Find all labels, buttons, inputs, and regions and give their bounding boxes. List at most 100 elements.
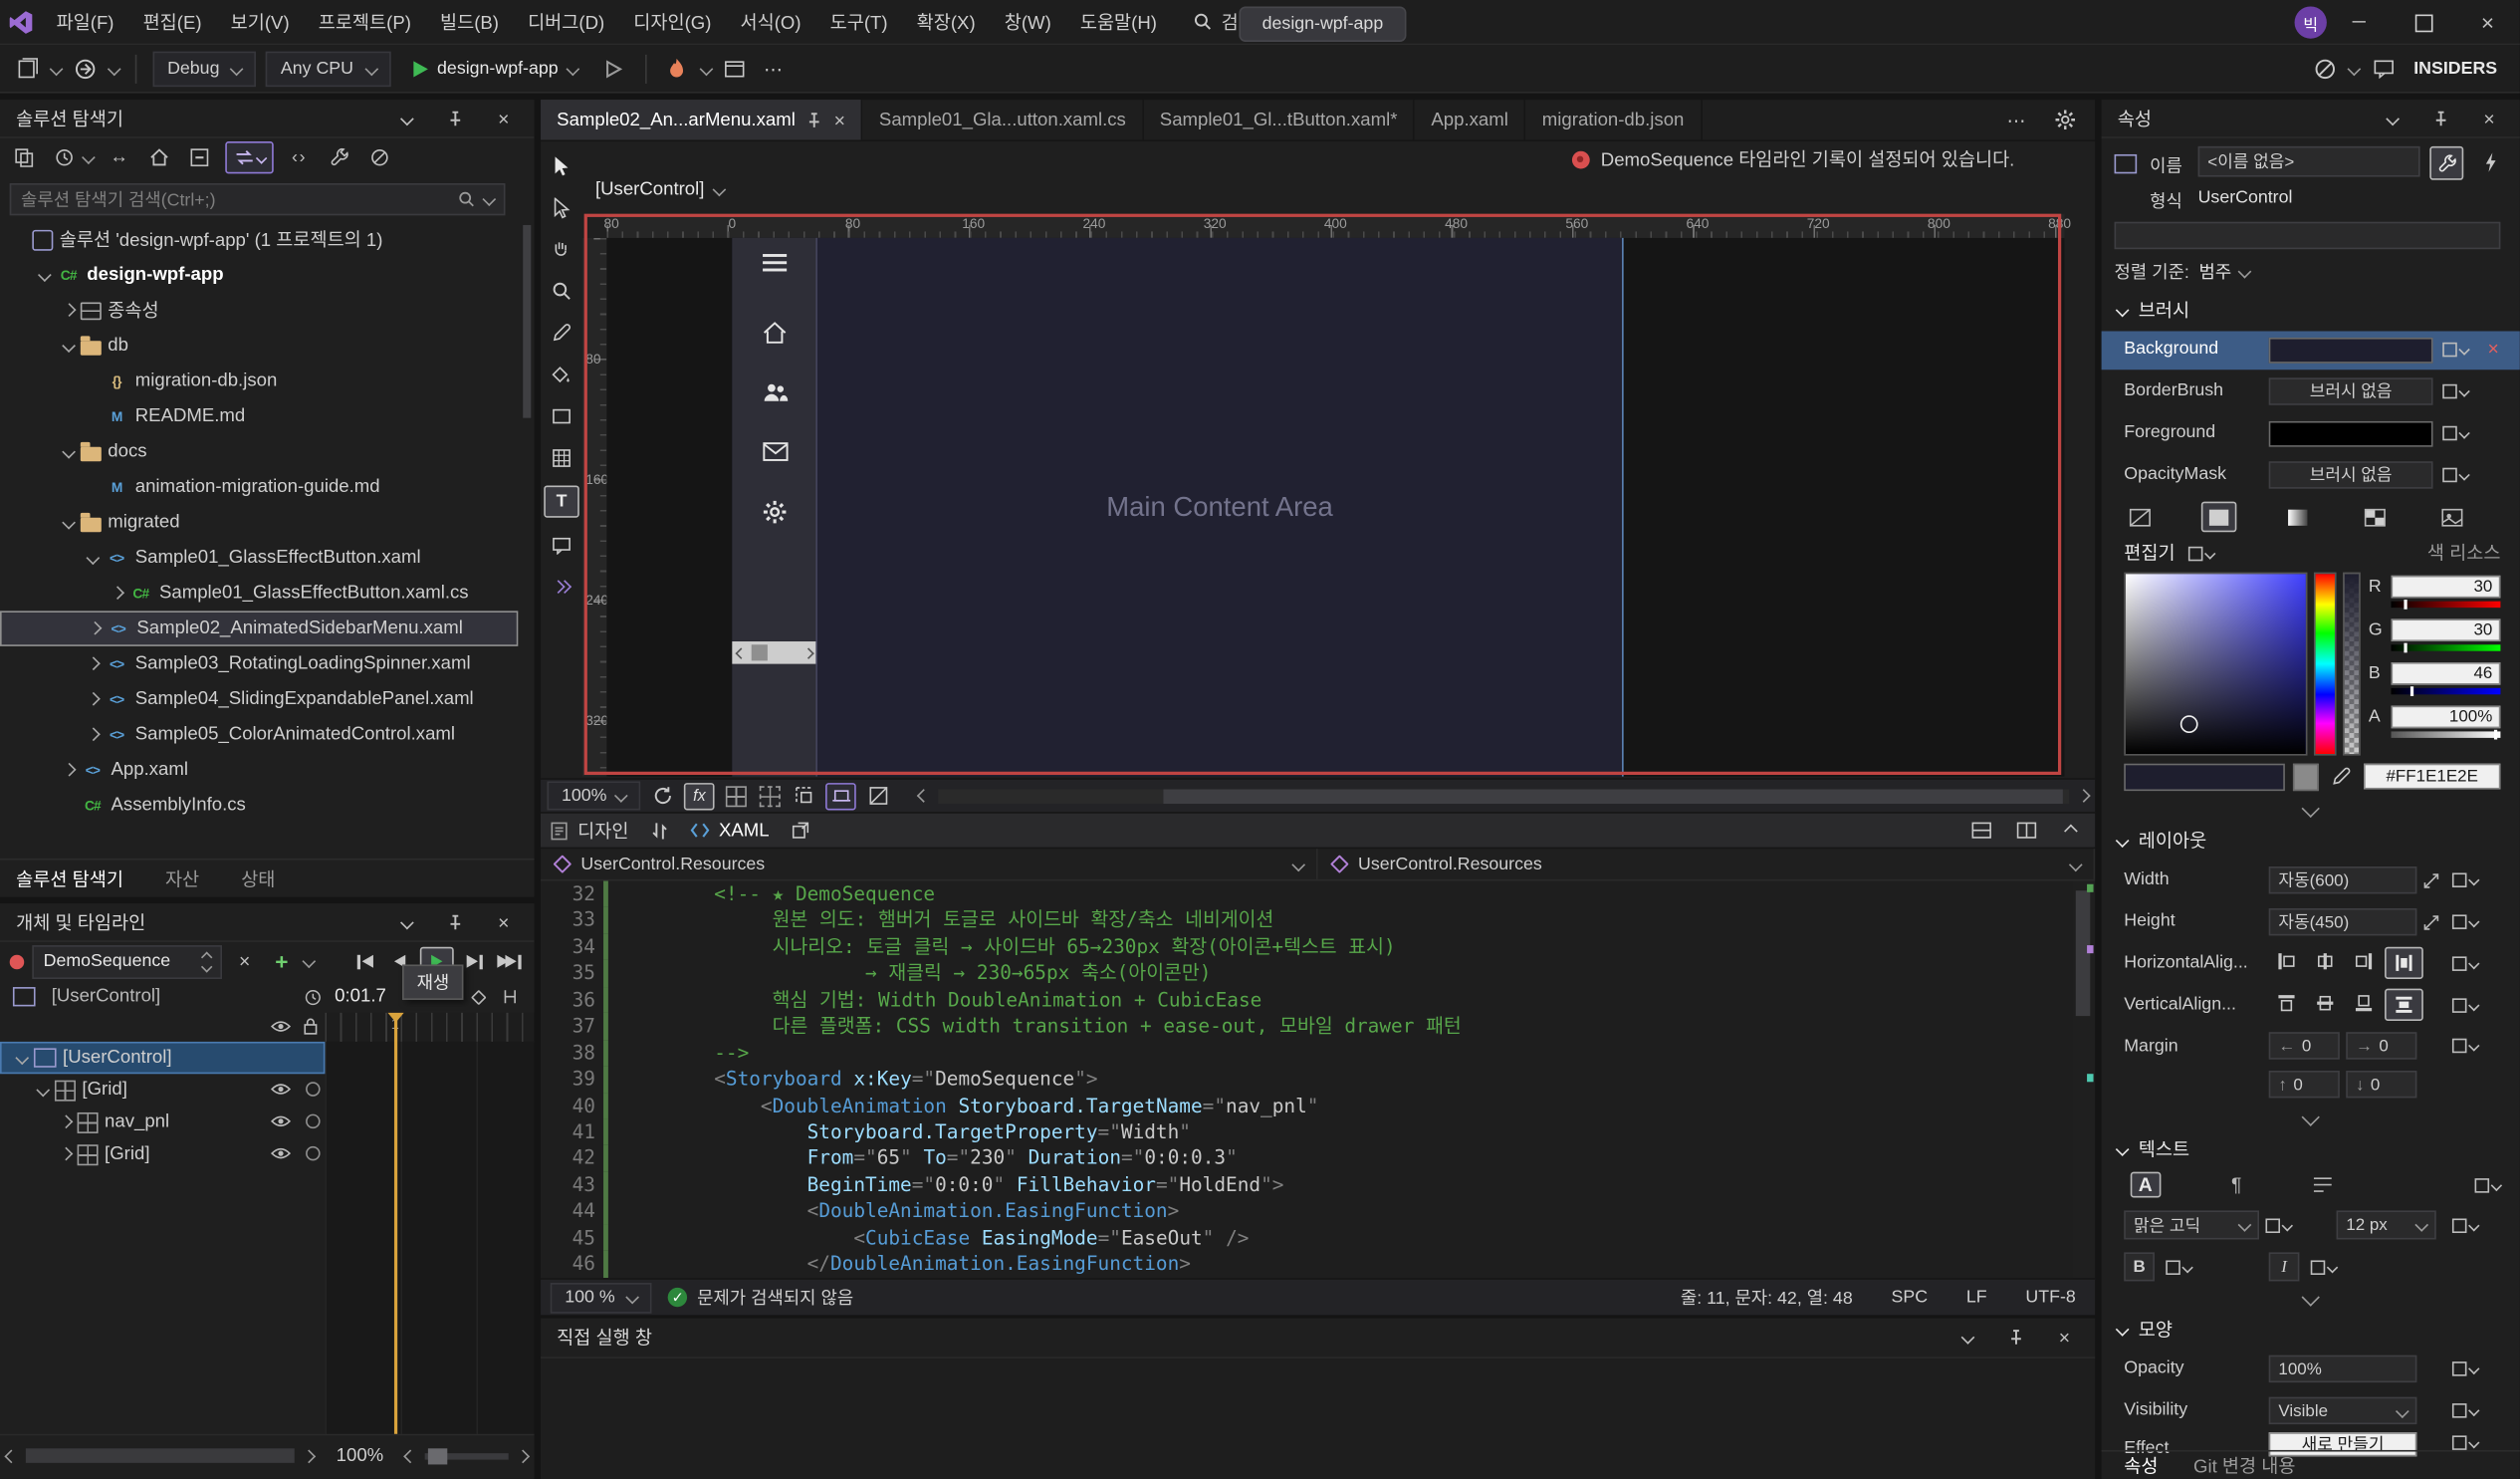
- zoom-tool-icon[interactable]: [546, 277, 577, 306]
- visibility-select[interactable]: Visible: [2269, 1397, 2417, 1424]
- opacity-dot-icon[interactable]: [306, 1114, 321, 1129]
- document-tab-1[interactable]: Sample01_Gla...utton.xaml.cs: [863, 100, 1144, 139]
- tree-item-8[interactable]: migrated: [0, 505, 518, 541]
- playhead-handle[interactable]: [387, 1013, 403, 1023]
- tab-brush-editor[interactable]: 편집기: [2124, 540, 2175, 566]
- immediate-window-body[interactable]: [541, 1356, 2095, 1479]
- split-horizontal-icon[interactable]: [1966, 816, 1995, 845]
- tree-item-10[interactable]: C#Sample01_GlassEffectButton.xaml.cs: [0, 576, 518, 612]
- opacity-dot-icon[interactable]: [306, 1082, 321, 1097]
- tree-item-15[interactable]: <>App.xaml: [0, 752, 518, 788]
- code-line-42[interactable]: 42 From="65" To="230" Duration="0:0:0.3": [541, 1145, 2073, 1172]
- resource-picker-icon[interactable]: [2452, 1039, 2478, 1054]
- tab-xaml[interactable]: XAML: [690, 821, 770, 840]
- avatar[interactable]: 빅: [2295, 6, 2327, 38]
- people-icon[interactable]: [762, 382, 788, 401]
- new-storyboard-icon[interactable]: +: [267, 947, 296, 976]
- alpha-slider[interactable]: [2343, 573, 2361, 756]
- rectangle-tool-icon[interactable]: [546, 402, 577, 431]
- popout-icon[interactable]: [786, 816, 814, 845]
- menu-item-1[interactable]: 편집(E): [128, 0, 216, 44]
- editor-zoom-select[interactable]: 100 %: [551, 1282, 652, 1313]
- annotation-tool-icon[interactable]: [546, 531, 577, 560]
- valign-stretch-icon[interactable]: [2385, 989, 2423, 1021]
- b-input[interactable]: 46: [2392, 662, 2501, 685]
- valign-top-icon[interactable]: [2269, 989, 2305, 1018]
- code-line-44[interactable]: 44 <DoubleAnimation.EasingFunction>: [541, 1198, 2073, 1225]
- resource-picker-icon[interactable]: [2187, 546, 2213, 561]
- menu-item-8[interactable]: 도구(T): [815, 0, 902, 44]
- name-input[interactable]: <이름 없음>: [2198, 146, 2420, 177]
- timeline-item-0[interactable]: [UserControl]: [0, 1042, 325, 1074]
- lock-icon[interactable]: [303, 1018, 319, 1036]
- tree-item-1[interactable]: C#design-wpf-app: [0, 257, 518, 293]
- property-row-background[interactable]: Background ×: [2102, 332, 2520, 370]
- quick-search-input[interactable]: design-wpf-app: [1239, 6, 1406, 42]
- code-line-37[interactable]: 37 다른 플랫폼: CSS width transition + ease-o…: [541, 1013, 2073, 1040]
- property-row-borderbrush[interactable]: BorderBrush 브러시 없음: [2102, 372, 2520, 411]
- pin-icon[interactable]: [806, 112, 822, 127]
- maximize-button[interactable]: [2392, 0, 2456, 45]
- margin-right-input[interactable]: 0: [2379, 1036, 2388, 1055]
- g-input[interactable]: 30: [2392, 618, 2501, 641]
- scrollbar[interactable]: [522, 222, 533, 856]
- foreground-swatch[interactable]: [2269, 421, 2433, 447]
- window-position-icon[interactable]: [392, 907, 421, 936]
- font-family-select[interactable]: 맑은 고딕: [2124, 1210, 2259, 1239]
- assets-expand-icon[interactable]: [546, 573, 577, 602]
- section-header-text[interactable]: 텍스트: [2102, 1135, 2520, 1164]
- tab-states[interactable]: 상태: [241, 865, 275, 891]
- tab-color-resources[interactable]: 색 리소스: [2427, 540, 2501, 566]
- history-icon[interactable]: [50, 143, 79, 172]
- zoom-out-icon[interactable]: [404, 1449, 418, 1463]
- collapse-pane-icon[interactable]: [2056, 816, 2085, 845]
- designer-scroll-left-icon[interactable]: [917, 789, 931, 803]
- tree-item-9[interactable]: <>Sample01_GlassEffectButton.xaml: [0, 540, 518, 576]
- property-row-opacitymask[interactable]: OpacityMask 브러시 없음: [2102, 456, 2520, 495]
- code-line-33[interactable]: 33 원본 의도: 햄버거 토글로 사이드바 확장/축소 네비게이션: [541, 907, 2073, 934]
- resource-picker-icon[interactable]: [2452, 1403, 2478, 1418]
- health-indicator[interactable]: ✓ 문제가 검색되지 않음: [668, 1285, 853, 1311]
- tree-item-14[interactable]: <>Sample05_ColorAnimatedControl.xaml: [0, 717, 518, 753]
- property-row-height[interactable]: Height 자동(450): [2102, 903, 2520, 942]
- pan-tool-icon[interactable]: [546, 235, 577, 264]
- document-tab-3[interactable]: App.xaml: [1415, 100, 1525, 139]
- italic-toggle[interactable]: I: [2269, 1252, 2300, 1281]
- home-icon[interactable]: [144, 143, 173, 172]
- artboard[interactable]: Main Content Area: [732, 238, 1622, 777]
- property-row-foreground[interactable]: Foreground: [2102, 414, 2520, 453]
- caret-position[interactable]: 줄: 11, 문자: 42, 열: 48: [1681, 1285, 1853, 1311]
- tree-item-0[interactable]: 솔루션 'design-wpf-app' (1 프로젝트의 1): [0, 222, 518, 258]
- swap-panes-icon[interactable]: [645, 816, 674, 845]
- menu-item-9[interactable]: 확장(X): [902, 0, 990, 44]
- close-storyboard-icon[interactable]: ×: [230, 947, 259, 976]
- eol-mode[interactable]: LF: [1966, 1288, 1987, 1307]
- menu-item-10[interactable]: 창(W): [990, 0, 1065, 44]
- close-tab-icon[interactable]: ×: [834, 111, 845, 129]
- snap-to-snaplines-icon[interactable]: [792, 784, 815, 808]
- code-line-34[interactable]: 34 시나리오: 토글 클릭 → 사이드바 65→230px 확장(아이콘+텍스…: [541, 934, 2073, 961]
- storyboard-select[interactable]: DemoSequence: [32, 944, 222, 978]
- navigate-icon[interactable]: [71, 54, 100, 83]
- effects-toggle[interactable]: fx: [684, 782, 715, 809]
- clear-brush-icon[interactable]: ×: [2487, 338, 2498, 361]
- timeline-scrollbar[interactable]: [26, 1448, 295, 1463]
- menu-item-7[interactable]: 서식(O): [726, 0, 815, 44]
- resource-picker-icon[interactable]: [2452, 956, 2478, 971]
- pin-icon[interactable]: [2001, 1323, 2030, 1352]
- gear-icon[interactable]: [763, 500, 787, 524]
- show-all-files-icon[interactable]: [365, 143, 394, 172]
- resource-picker-icon[interactable]: [2442, 384, 2468, 399]
- halign-right-icon[interactable]: [2346, 947, 2382, 976]
- menu-item-3[interactable]: 프로젝트(P): [304, 0, 425, 44]
- document-tab-0[interactable]: Sample02_An...arMenu.xaml×: [541, 100, 863, 139]
- toolbar-overflow-icon[interactable]: ⋯: [760, 54, 789, 83]
- hot-reload-icon[interactable]: [663, 54, 692, 83]
- home-icon[interactable]: [763, 322, 787, 345]
- compare-documents-icon[interactable]: [10, 143, 39, 172]
- tree-item-11[interactable]: <>Sample02_AnimatedSidebarMenu.xaml: [0, 611, 518, 646]
- settings-gear-icon[interactable]: [2050, 106, 2079, 134]
- code-line-41[interactable]: 41 Storyboard.TargetProperty="Width": [541, 1118, 2073, 1145]
- sync-with-active-document-icon[interactable]: [225, 141, 273, 173]
- halign-center-icon[interactable]: [2307, 947, 2343, 976]
